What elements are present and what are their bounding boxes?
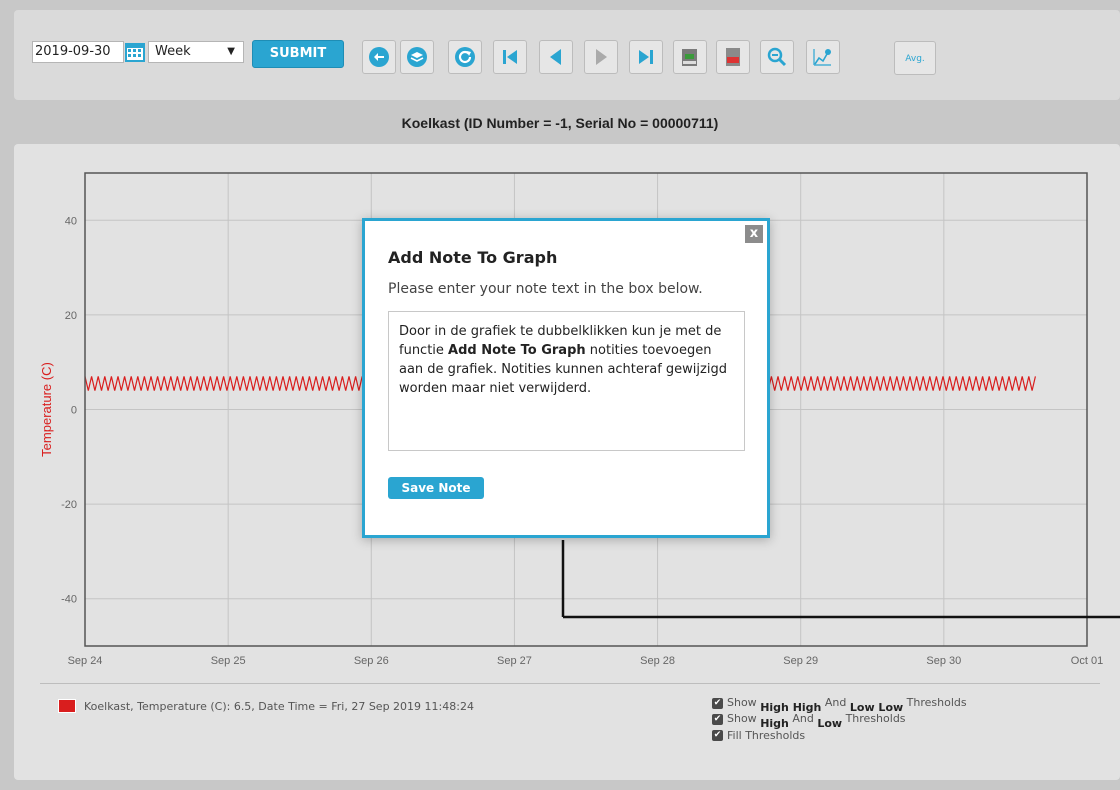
y-tick-label: 40 [65, 215, 77, 227]
checkbox-high-high-low-low[interactable]: ✔ Show High High And Low Low Thresholds [712, 696, 967, 714]
close-button[interactable]: x [745, 225, 763, 243]
x-tick-label: Sep 27 [497, 655, 532, 667]
x-tick-label: Sep 28 [640, 655, 675, 667]
checkbox-high-low[interactable]: ✔ Show High And Low Thresholds [712, 712, 967, 730]
checkbox-checked-icon[interactable]: ✔ [712, 730, 723, 741]
checkbox-fill-thresholds[interactable]: ✔ Fill Thresholds [712, 728, 967, 744]
x-tick-label: Sep 25 [211, 655, 246, 667]
checkbox-checked-icon[interactable]: ✔ [712, 698, 723, 709]
save-note-button[interactable]: Save Note [388, 477, 484, 499]
y-tick-label: 0 [71, 405, 77, 417]
checkbox-checked-icon[interactable]: ✔ [712, 714, 723, 725]
note-textarea[interactable]: Door in de grafiek te dubbelklikken kun … [388, 311, 745, 451]
legend-divider [40, 683, 1100, 684]
x-tick-label: Sep 30 [926, 655, 961, 667]
add-note-dialog: x Add Note To Graph Please enter your no… [362, 218, 770, 538]
x-tick-label: Sep 24 [68, 655, 103, 667]
dialog-title: Add Note To Graph [388, 248, 558, 267]
x-tick-label: Sep 29 [783, 655, 818, 667]
legend-text: Koelkast, Temperature (C): 6.5, Date Tim… [84, 700, 474, 713]
y-tick-label: -40 [61, 594, 77, 606]
y-tick-label: -20 [61, 499, 77, 511]
x-tick-label: Sep 26 [354, 655, 389, 667]
x-tick-label: Oct 01 [1071, 655, 1103, 667]
close-icon: x [749, 226, 759, 241]
y-axis-label: Temperature (C) [39, 362, 54, 457]
threshold-options: ✔ Show High High And Low Low Thresholds … [712, 696, 967, 744]
y-tick-label: 20 [65, 310, 77, 322]
dialog-subtitle: Please enter your note text in the box b… [388, 281, 703, 297]
legend-swatch [58, 699, 76, 713]
